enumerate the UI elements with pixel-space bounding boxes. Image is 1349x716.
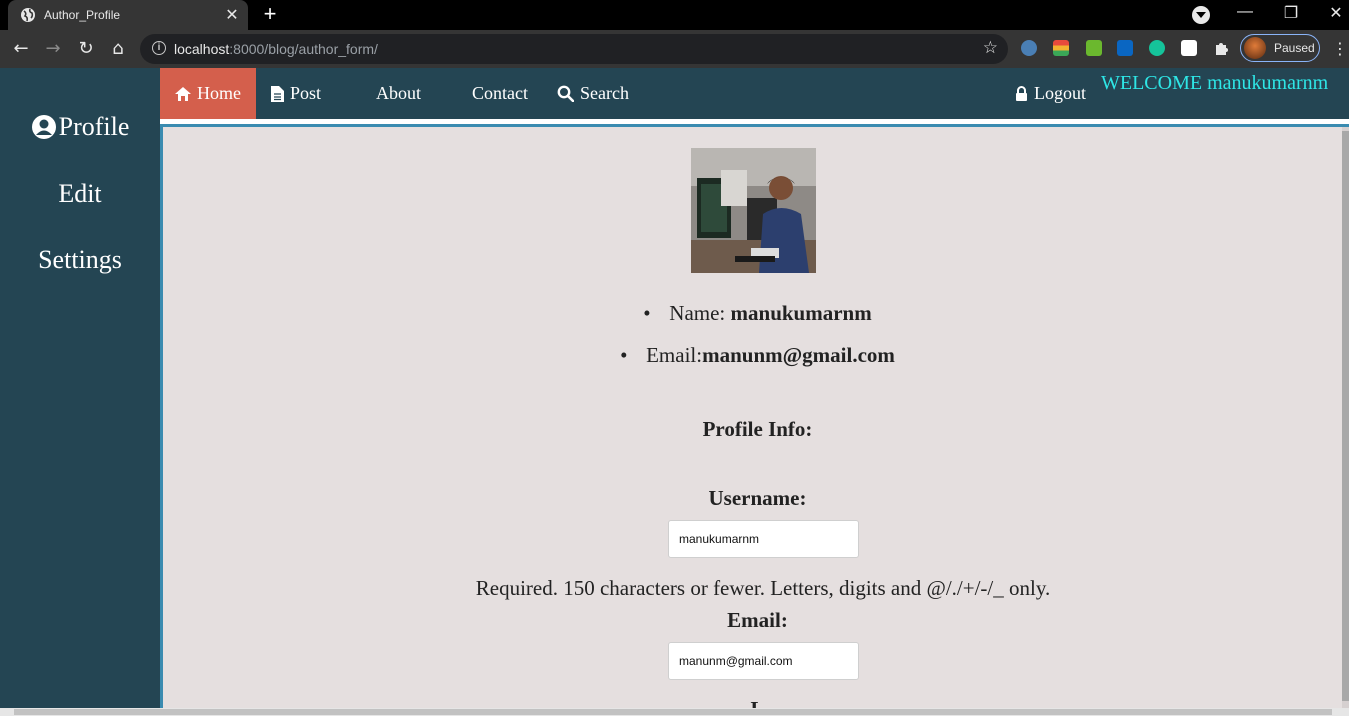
browser-menu-icon[interactable]: ⋮ (1332, 39, 1348, 58)
nav-home[interactable]: Home (160, 68, 256, 119)
back-icon[interactable]: ← (10, 38, 32, 60)
extension-grammarly-icon[interactable] (1149, 40, 1165, 56)
email-label: Email: (646, 343, 703, 367)
profile-content: • Name: manukumarnm • Email:manunm@gmail.c… (160, 124, 1349, 708)
browser-tab[interactable]: Author_Profile ✕ (8, 0, 248, 30)
sidebar-item-label: Profile (58, 112, 130, 141)
tab-strip: Author_Profile ✕ + — ❐ ✕ (0, 0, 1349, 30)
top-navbar: Home Post About Contact Search Logout WE… (160, 68, 1349, 119)
username-helptext: Required. 150 characters or fewer. Lette… (475, 576, 1051, 600)
home-browser-icon[interactable]: ⌂ (107, 38, 129, 60)
close-tab-icon[interactable]: ✕ (220, 5, 244, 25)
email-input[interactable]: manunm@gmail.com (668, 642, 859, 680)
sidebar-item-settings[interactable]: Settings (0, 245, 160, 275)
address-bar[interactable]: i localhost:8000/blog/author_form/ ☆ (140, 34, 1008, 64)
bullet: • (643, 301, 651, 325)
url-host: localhost (174, 41, 230, 57)
profile-chip-label: Paused (1274, 41, 1315, 55)
nav-post-label: Post (290, 83, 322, 103)
nav-logout[interactable]: Logout (1015, 68, 1086, 119)
email-field-label: Email: (727, 608, 788, 632)
welcome-message: WELCOME manukumarnm (1101, 72, 1329, 94)
vertical-scrollbar[interactable] (1342, 127, 1349, 708)
extension-owl-icon[interactable] (1021, 40, 1037, 56)
vertical-scroll-thumb[interactable] (1342, 131, 1349, 701)
sidebar-item-edit[interactable]: Edit (0, 179, 160, 209)
sidebar: Profile Edit Settings (0, 68, 160, 708)
url-text[interactable]: localhost:8000/blog/author_form/ (174, 41, 378, 57)
extensions-puzzle-icon[interactable] (1213, 40, 1229, 56)
nav-search[interactable]: Search (557, 68, 629, 119)
next-field-label: L (163, 697, 1349, 708)
email-value: manunm@gmail.com (702, 343, 895, 367)
file-icon (271, 85, 284, 102)
extension-printer-icon[interactable] (1086, 40, 1102, 56)
list-item-name: • Name: manukumarnm (163, 301, 1349, 326)
nav-contact[interactable]: Contact (472, 68, 528, 119)
lock-icon (1016, 86, 1027, 101)
search-icon (557, 85, 574, 102)
user-circle-icon (31, 115, 56, 139)
extension-stack-icon[interactable] (1053, 40, 1069, 56)
reload-icon[interactable]: ↻ (75, 38, 97, 60)
username-input[interactable]: manukumarnm (668, 520, 859, 558)
tab-search-icon[interactable] (1192, 6, 1210, 24)
list-item-email: • Email:manunm@gmail.com (163, 343, 1349, 368)
nav-search-label: Search (580, 83, 629, 103)
horizontal-scrollbar[interactable] (0, 708, 1349, 716)
globe-icon (21, 8, 35, 22)
tab-title: Author_Profile (44, 8, 121, 22)
profile-avatar (1244, 37, 1266, 59)
extension-w-icon[interactable] (1181, 40, 1197, 56)
site-info-icon[interactable]: i (152, 41, 166, 55)
nav-post[interactable]: Post (271, 68, 321, 119)
page: Profile Edit Settings Home Post About Co… (0, 68, 1349, 708)
bullet: • (620, 343, 628, 367)
username-label: Username: (708, 486, 807, 510)
name-value: manukumarnm (730, 301, 872, 325)
forward-icon[interactable]: → (42, 38, 64, 60)
url-path: :8000/blog/author_form/ (229, 41, 378, 57)
minimize-icon[interactable]: — (1222, 3, 1268, 21)
nav-about[interactable]: About (376, 68, 421, 119)
bookmark-star-icon[interactable]: ☆ (983, 38, 998, 58)
nav-home-label: Home (197, 83, 241, 103)
restore-icon[interactable]: ❐ (1268, 3, 1314, 23)
horizontal-scroll-thumb[interactable] (14, 709, 1332, 715)
nav-logout-label: Logout (1034, 83, 1086, 103)
new-tab-button[interactable]: + (258, 2, 282, 26)
home-icon (175, 86, 191, 101)
browser-toolbar: ← → ↻ ⌂ i localhost:8000/blog/author_for… (0, 30, 1349, 68)
author-avatar (691, 148, 816, 273)
profile-info-heading: Profile Info: (702, 417, 813, 441)
profile-chip[interactable]: Paused (1240, 34, 1320, 62)
extension-linkedin-icon[interactable] (1117, 40, 1133, 56)
close-window-icon[interactable]: ✕ (1313, 3, 1349, 23)
name-label: Name: (669, 301, 731, 325)
sidebar-item-profile[interactable]: Profile (0, 112, 160, 142)
